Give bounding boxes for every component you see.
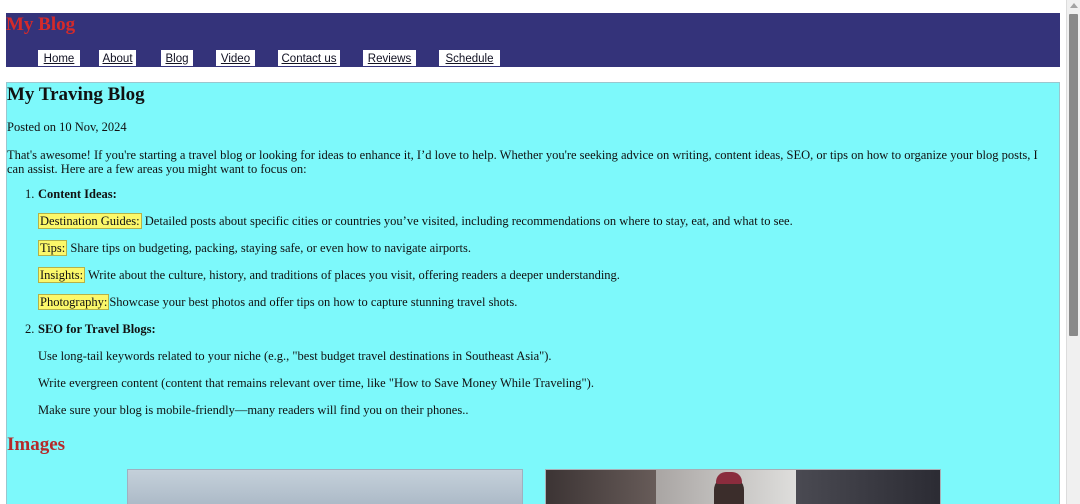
- nav-about-link[interactable]: About: [99, 50, 136, 66]
- site-header: My Blog Home About Blog Video Contact us…: [6, 13, 1060, 67]
- section-heading-seo: SEO for Travel Blogs:: [38, 322, 156, 336]
- gallery-image-sky: [127, 469, 523, 504]
- nav-schedule-link[interactable]: Schedule: [439, 50, 500, 66]
- list-item: Insights: Write about the culture, histo…: [38, 267, 620, 283]
- item-text: Showcase your best photos and offer tips…: [109, 295, 518, 309]
- nav-blog-link[interactable]: Blog: [161, 50, 193, 66]
- post-date: Posted on 10 Nov, 2024: [7, 120, 127, 134]
- post-title: My Traving Blog: [7, 84, 145, 105]
- highlight-label: Photography:: [38, 294, 110, 310]
- nav-video-link[interactable]: Video: [216, 50, 255, 66]
- nav-contact-link[interactable]: Contact us: [278, 50, 340, 66]
- list-number: 1.: [25, 187, 35, 201]
- item-text: Detailed posts about specific cities or …: [141, 214, 793, 228]
- item-text: Write about the culture, history, and tr…: [85, 268, 620, 282]
- list-item: Destination Guides: Detailed posts about…: [38, 213, 793, 229]
- list-item: Photography: Showcase your best photos an…: [38, 294, 518, 310]
- page: My Blog Home About Blog Video Contact us…: [0, 0, 1066, 504]
- scroll-up-arrow-icon[interactable]: [1070, 3, 1078, 8]
- scrollbar-thumb[interactable]: [1069, 14, 1078, 336]
- list-item: Tips: Share tips on budgeting, packing, …: [38, 240, 471, 256]
- item-text: Share tips on budgeting, packing, stayin…: [67, 241, 471, 255]
- list-item: Make sure your blog is mobile-friendly—m…: [38, 403, 469, 417]
- list-item: Use long-tail keywords related to your n…: [38, 349, 552, 363]
- highlight-label: Insights:: [38, 267, 86, 283]
- nav-reviews-link[interactable]: Reviews: [363, 50, 416, 66]
- list-item: Write evergreen content (content that re…: [38, 376, 594, 390]
- vertical-scrollbar[interactable]: [1066, 0, 1080, 504]
- list-number: 2.: [25, 322, 35, 336]
- nav-home-link[interactable]: Home: [38, 50, 80, 66]
- images-heading: Images: [7, 434, 66, 455]
- section-heading-content-ideas: Content Ideas:: [38, 187, 117, 201]
- highlight-label: Tips:: [38, 240, 68, 256]
- highlight-label: Destination Guides:: [38, 213, 142, 229]
- post-content: My Traving Blog Posted on 10 Nov, 2024 T…: [6, 82, 1060, 504]
- site-title: My Blog: [6, 14, 76, 35]
- post-intro: That's awesome! If you're starting a tra…: [7, 148, 1038, 176]
- gallery-image-travelers: [545, 469, 941, 504]
